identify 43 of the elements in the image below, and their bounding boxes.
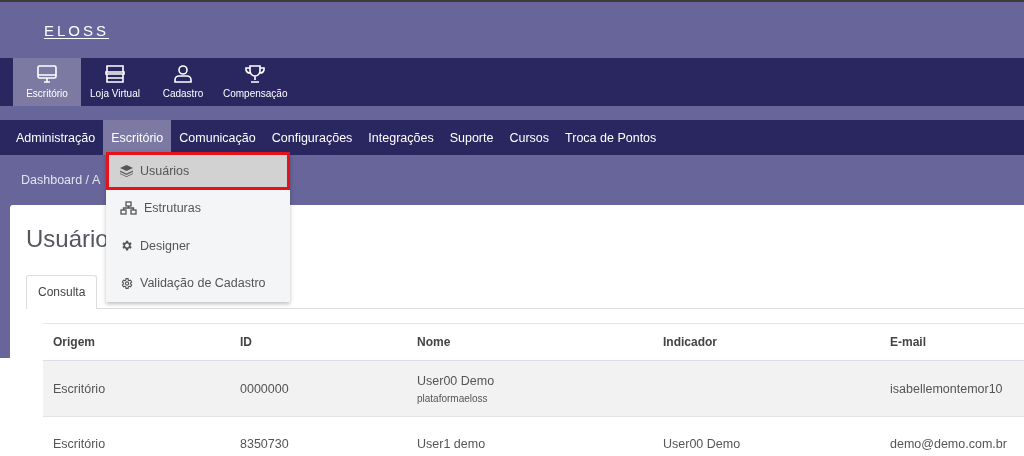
column-header: Nome	[417, 335, 452, 349]
menu-item[interactable]: Administração	[8, 120, 104, 155]
column-header: ID	[240, 335, 253, 349]
tab[interactable]: Consulta	[26, 275, 98, 309]
gear-icon	[120, 239, 133, 253]
dropdown-item[interactable]: Usuários	[106, 152, 290, 190]
dropdown-item[interactable]: Validação de Cadastro	[106, 264, 290, 302]
monitor-icon	[37, 65, 57, 83]
table-cell-text: 0000000	[240, 381, 290, 396]
table-row[interactable]: Escritório 8350730 User1 demo User00 Demo demo@demo.com.br	[43, 417, 1024, 453]
table-cell-text: Escritório	[53, 437, 107, 451]
user-login: plataformaeloss	[417, 392, 489, 404]
trophy-icon	[245, 65, 266, 83]
dropdown-item[interactable]: Estruturas	[106, 189, 290, 227]
sitemap-icon	[120, 201, 137, 216]
user-name: User1 demo	[417, 437, 487, 451]
menu-item[interactable]: Troca de Pontos	[557, 120, 665, 155]
table-cell: User00 Demo	[663, 437, 741, 451]
menu-item[interactable]: Suporte	[441, 120, 502, 155]
table-cell-text: isabellemontemor10	[890, 381, 1004, 396]
user-name: User00 Demo	[417, 373, 496, 388]
dropdown-item[interactable]: Designer	[106, 227, 290, 265]
page-title: Usuário	[26, 225, 109, 254]
menu-item[interactable]: Configurações	[263, 120, 361, 155]
layers-icon	[120, 164, 133, 177]
app-tab[interactable]: Compensação	[217, 58, 294, 106]
column-header: E-mail	[890, 335, 927, 349]
user-icon	[174, 65, 192, 83]
app-tab[interactable]: Cadastro	[149, 58, 217, 106]
table-cell-text: Escritório	[53, 381, 107, 396]
menu-item[interactable]: Cursos	[501, 120, 558, 155]
menu-item[interactable]: Comunicação	[171, 120, 264, 155]
app-tab[interactable]: Escritório	[13, 58, 81, 106]
column-header: Origem	[53, 335, 96, 349]
table-cell-text: demo@demo.com.br	[890, 437, 1008, 451]
column-header: Indicador	[663, 335, 718, 349]
gear-icon	[120, 276, 133, 290]
table-cell-text: 8350730	[240, 437, 290, 451]
breadcrumb: Dashboard / A	[21, 173, 101, 187]
table-row[interactable]: Escritório 0000000 User00 Demo plataformaeloss isabellemontemor10	[43, 361, 1024, 417]
app-tab[interactable]: Loja Virtual	[81, 58, 149, 106]
logo: ELOSS	[44, 21, 110, 39]
menu-item[interactable]: Integrações	[360, 120, 442, 155]
